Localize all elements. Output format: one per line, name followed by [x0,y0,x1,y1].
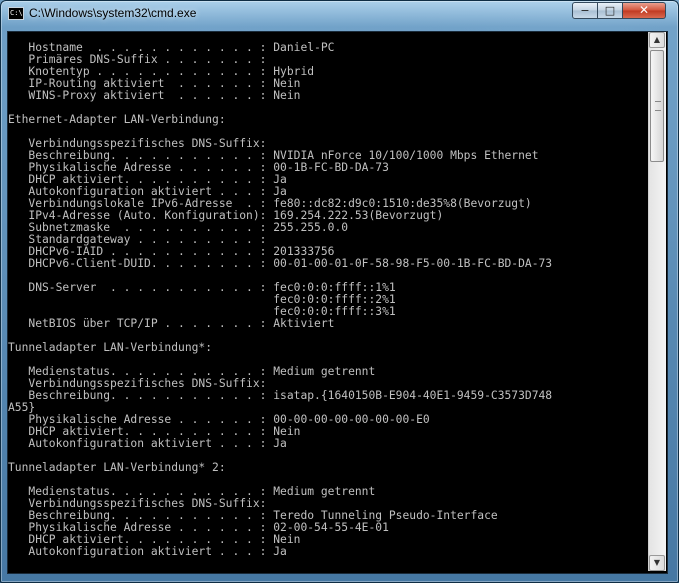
console-line: Tunneladapter LAN-Verbindung*: [8,341,213,354]
cmd-window[interactable]: C:\ C:\Windows\system32\cmd.exe − □ ✕ Ho… [0,0,679,583]
close-button[interactable]: ✕ [623,2,666,19]
console-line: Beschreibung. . . . . . . . . . . : isat… [8,389,553,402]
scrollbar-thumb[interactable] [650,50,664,162]
scroll-down-arrow-icon[interactable]: ▼ [649,555,665,571]
console-line: Ethernet-Adapter LAN-Verbindung: [8,113,226,126]
close-icon: ✕ [638,3,650,17]
minimize-button[interactable]: − [572,2,598,19]
vertical-scrollbar[interactable]: ▲ ▼ [648,32,666,571]
title-bar[interactable]: C:\ C:\Windows\system32\cmd.exe − □ ✕ [1,1,678,27]
console-line: Autokonfiguration aktiviert . . . : Ja [8,437,287,450]
console-output[interactable]: Hostname . . . . . . . . . . . . : Danie… [8,32,658,573]
maximize-icon: □ [604,4,616,17]
cmd-app-icon[interactable]: C:\ [8,7,24,20]
console-line: Autokonfiguration aktiviert . . . : Ja [8,545,287,558]
console-line: WINS-Proxy aktiviert . . . . . . : Nein [8,89,301,102]
maximize-button[interactable]: □ [598,2,623,19]
console-area[interactable]: Hostname . . . . . . . . . . . . : Danie… [7,31,668,574]
scroll-up-arrow-icon[interactable]: ▲ [649,32,665,48]
console-line: NetBIOS über TCP/IP . . . . . . . : Akti… [8,317,335,330]
console-line: DHCPv6-Client-DUID. . . . . . . . : 00-0… [8,257,553,270]
minimize-icon: − [580,4,590,17]
console-line: Tunneladapter LAN-Verbindung* 2: [8,461,226,474]
thumb-grip-icon [655,101,661,111]
window-title: C:\Windows\system32\cmd.exe [29,6,197,20]
